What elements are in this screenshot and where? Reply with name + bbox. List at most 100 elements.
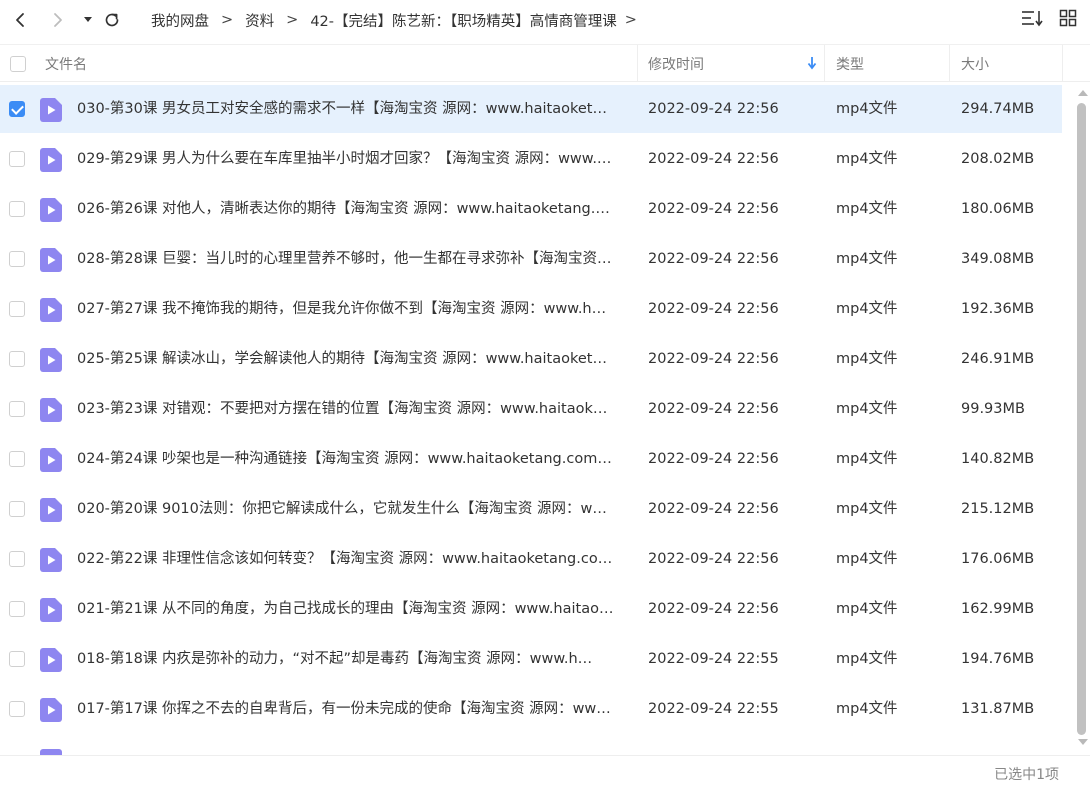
- column-header-size-label: 大小: [961, 56, 989, 73]
- row-checkbox[interactable]: [9, 201, 25, 217]
- select-all-checkbox-cell[interactable]: [0, 45, 36, 82]
- file-name: 027-第27课 我不掩饰我的期待，但是我允许你做不到【海淘宝资 源网：www.…: [77, 301, 607, 317]
- row-checkbox[interactable]: [9, 651, 25, 667]
- sort-icon: [1021, 9, 1043, 31]
- breadcrumb-item-current-folder[interactable]: 42-【完结】陈艺新：【职场精英】高情商管理课: [310, 10, 616, 31]
- scroll-down-arrow-icon[interactable]: [1078, 739, 1088, 745]
- file-size: 215.12MB: [961, 501, 1035, 517]
- video-file-icon: [40, 98, 62, 126]
- row-checkbox[interactable]: [9, 701, 25, 717]
- file-name: 028-第28课 巨婴：当儿时的心理里营养不够时，他一生都在寻求弥补【海淘宝资…: [77, 251, 612, 267]
- breadcrumb-expand-button[interactable]: >: [625, 12, 637, 28]
- column-header-modified[interactable]: 修改时间: [638, 45, 825, 82]
- file-name: 023-第23课 对错观：不要把对方摆在错的位置【海淘宝资 源网：www.hai…: [77, 401, 608, 417]
- file-list: 030-第30课 男女员工对安全感的需求不一样【海淘宝资 源网：www.hait…: [0, 85, 1062, 755]
- row-checkbox[interactable]: [9, 101, 25, 117]
- file-row[interactable]: 025-第25课 解读冰山，学会解读他人的期待【海淘宝资 源网：www.hait…: [0, 335, 1062, 383]
- file-row[interactable]: 026-第26课 对他人，清晰表达你的期待【海淘宝资 源网：www.haitao…: [0, 185, 1062, 233]
- file-row[interactable]: 027-第27课 我不掩饰我的期待，但是我允许你做不到【海淘宝资 源网：www.…: [0, 285, 1062, 333]
- file-modified-time: 2022-09-24 22:56: [648, 201, 779, 217]
- file-modified-time: 2022-09-24 22:56: [648, 451, 779, 467]
- refresh-button[interactable]: [100, 8, 124, 32]
- sort-descending-icon: [807, 56, 817, 74]
- file-row[interactable]: 022-第22课 非理性信念该如何转变？【海淘宝资 源网：www.haitaok…: [0, 535, 1062, 583]
- file-name: 026-第26课 对他人，清晰表达你的期待【海淘宝资 源网：www.haitao…: [77, 201, 610, 217]
- scrollbar-thumb[interactable]: [1077, 103, 1086, 735]
- row-checkbox[interactable]: [9, 451, 25, 467]
- selection-count: 已选中1项: [994, 767, 1059, 783]
- row-checkbox[interactable]: [9, 501, 25, 517]
- file-name: 030-第30课 男女员工对安全感的需求不一样【海淘宝资 源网：www.hait…: [77, 101, 607, 117]
- file-type: mp4文件: [836, 451, 898, 467]
- file-modified-time: 2022-09-24 22:56: [648, 501, 779, 517]
- row-checkbox[interactable]: [9, 251, 25, 267]
- file-row[interactable]: 018-第18课 内疚是弥补的动力，“对不起”却是毒药【海淘宝资 源网：www.…: [0, 635, 1062, 683]
- row-checkbox[interactable]: [9, 301, 25, 317]
- chevron-right-icon: [51, 12, 65, 28]
- file-size: 294.74MB: [961, 101, 1035, 117]
- row-checkbox[interactable]: [9, 551, 25, 567]
- file-size: 208.02MB: [961, 151, 1035, 167]
- file-type: mp4文件: [836, 101, 898, 117]
- scroll-up-arrow-icon[interactable]: [1078, 90, 1088, 96]
- file-row[interactable]: 029-第29课 男人为什么要在车库里抽半小时烟才回家？【海淘宝资 源网：www…: [0, 135, 1062, 183]
- file-size: 192.36MB: [961, 301, 1035, 317]
- file-modified-time: 2022-09-24 22:56: [648, 251, 779, 267]
- file-size: 246.91MB: [961, 351, 1035, 367]
- video-file-icon: [40, 598, 62, 626]
- file-type: mp4文件: [836, 151, 898, 167]
- breadcrumb-item-materials[interactable]: 资料: [245, 10, 274, 31]
- file-modified-time: 2022-09-24 22:56: [648, 151, 779, 167]
- file-type: mp4文件: [836, 601, 898, 617]
- select-all-checkbox[interactable]: [10, 55, 26, 72]
- forward-button[interactable]: [46, 8, 70, 32]
- breadcrumb-item-my-drive[interactable]: 我的网盘: [151, 10, 209, 31]
- column-header-name-label: 文件名: [45, 56, 87, 73]
- file-size: 140.82MB: [961, 451, 1035, 467]
- file-name: 018-第18课 内疚是弥补的动力，“对不起”却是毒药【海淘宝资 源网：www.…: [77, 651, 593, 667]
- column-header-type-label: 类型: [836, 56, 864, 73]
- file-row[interactable]: 021-第21课 从不同的角度，为自己找成长的理由【海淘宝资 源网：www.ha…: [0, 585, 1062, 633]
- file-name: 024-第24课 吵架也是一种沟通链接【海淘宝资 源网：www.haitaoke…: [77, 451, 612, 467]
- sort-button[interactable]: [1021, 9, 1043, 31]
- row-checkbox[interactable]: [9, 151, 25, 167]
- navigation-bar: 我的网盘 > 资料 > 42-【完结】陈艺新：【职场精英】高情商管理课 >: [0, 0, 1090, 40]
- file-size: 99.93MB: [961, 401, 1025, 417]
- history-dropdown-button[interactable]: [76, 8, 100, 32]
- chevron-left-icon: [13, 12, 27, 28]
- file-name: 022-第22课 非理性信念该如何转变？【海淘宝资 源网：www.haitaok…: [77, 551, 613, 567]
- file-modified-time: 2022-09-24 22:55: [648, 701, 779, 717]
- vertical-scrollbar[interactable]: [1073, 85, 1090, 753]
- breadcrumb-separator: >: [221, 12, 234, 28]
- column-header-size[interactable]: 大小: [950, 45, 1063, 82]
- file-type: mp4文件: [836, 651, 898, 667]
- back-button[interactable]: [8, 8, 32, 32]
- column-header-type[interactable]: 类型: [825, 45, 950, 82]
- video-file-icon: [40, 298, 62, 326]
- column-header-name[interactable]: 文件名: [36, 45, 638, 82]
- file-type: mp4文件: [836, 251, 898, 267]
- file-size: 162.99MB: [961, 601, 1035, 617]
- file-row[interactable]: 030-第30课 男女员工对安全感的需求不一样【海淘宝资 源网：www.hait…: [0, 85, 1062, 133]
- file-row[interactable]: 023-第23课 对错观：不要把对方摆在错的位置【海淘宝资 源网：www.hai…: [0, 385, 1062, 433]
- file-row[interactable]: 020-第20课 9010法则：你把它解读成什么，它就发生什么【海淘宝资 源网：…: [0, 485, 1062, 533]
- file-modified-time: 2022-09-24 22:56: [648, 301, 779, 317]
- video-file-icon: [40, 248, 62, 276]
- video-file-icon: [40, 498, 62, 526]
- video-file-icon: [40, 198, 62, 226]
- file-row[interactable]: 028-第28课 巨婴：当儿时的心理里营养不够时，他一生都在寻求弥补【海淘宝资……: [0, 235, 1062, 283]
- row-checkbox[interactable]: [9, 401, 25, 417]
- grid-view-button[interactable]: [1057, 9, 1079, 31]
- column-header-modified-label: 修改时间: [648, 56, 704, 73]
- file-modified-time: 2022-09-24 22:56: [648, 101, 779, 117]
- video-file-icon: [40, 548, 62, 576]
- row-checkbox[interactable]: [9, 601, 25, 617]
- video-file-icon: [40, 148, 62, 176]
- file-modified-time: 2022-09-24 22:56: [648, 351, 779, 367]
- file-row[interactable]: 024-第24课 吵架也是一种沟通链接【海淘宝资 源网：www.haitaoke…: [0, 435, 1062, 483]
- video-file-icon: [40, 448, 62, 476]
- row-checkbox[interactable]: [9, 351, 25, 367]
- file-type: mp4文件: [836, 501, 898, 517]
- file-row[interactable]: 017-第17课 你挥之不去的自卑背后，有一份未完成的使命【海淘宝资 源网：ww…: [0, 685, 1062, 733]
- file-size: 194.76MB: [961, 651, 1035, 667]
